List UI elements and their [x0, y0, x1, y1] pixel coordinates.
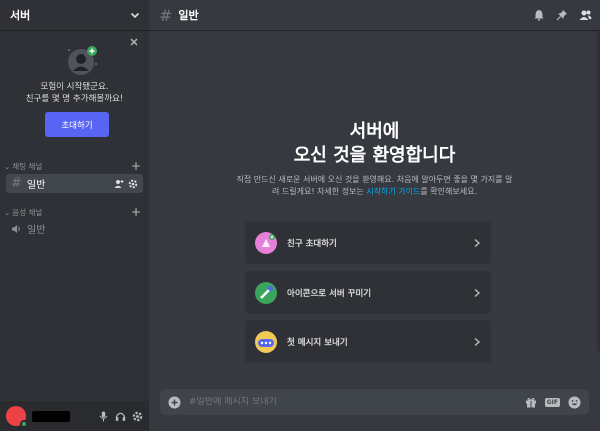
chevron-right-icon [474, 337, 481, 346]
welcome-description: 직접 만드신 새로운 서버에 오신 것을 환영해요. 처음에 알아두면 좋을 몇… [235, 174, 515, 198]
customize-server-icon [255, 281, 277, 304]
add-channel-icon[interactable]: + [131, 160, 141, 172]
add-friend-illustration-icon [68, 46, 97, 75]
category-label: 음성 채널 [12, 207, 43, 217]
hash-icon: # [11, 176, 22, 191]
headphones-icon[interactable] [115, 411, 126, 422]
avatar[interactable] [6, 406, 28, 428]
emoji-icon[interactable] [568, 396, 581, 409]
getting-started-guide-link[interactable]: 시작하기 가이드 [366, 187, 420, 196]
microphone-icon[interactable] [98, 411, 109, 422]
invite-card: 모험이 시작됐군요. 친구를 몇 명 추가해볼까요! 초대하기 [4, 31, 145, 143]
voice-channel-item-general[interactable]: 일반 [6, 219, 143, 238]
hash-icon: # [159, 5, 173, 25]
voice-channel-category[interactable]: ⌄ 음성 채널 + [4, 206, 141, 218]
action-customize-server[interactable]: 아이콘으로 서버 꾸미기 [245, 271, 491, 314]
gear-icon[interactable] [128, 179, 138, 189]
add-channel-icon[interactable]: + [131, 206, 141, 218]
invite-button[interactable]: 초대하기 [45, 112, 109, 137]
chat-main: # 일반 서버에 오신 것을 환영합니다 직접 만드신 새로운 서버에 오신 것… [149, 0, 600, 431]
welcome-desc-text-end: 를 확인해보세요. [420, 187, 477, 196]
invite-card-text: 모험이 시작됐군요. 친구를 몇 명 추가해볼까요! [25, 82, 124, 104]
chevron-down-icon: ⌄ [4, 207, 11, 217]
action-label: 친구 초대하기 [287, 238, 337, 249]
category-label: 채팅 채널 [12, 161, 43, 171]
chevron-down-icon: ⌄ [4, 161, 11, 171]
welcome-section: 서버에 오신 것을 환영합니다 직접 만드신 새로운 서버에 오신 것을 환영해… [149, 120, 600, 198]
send-message-icon [255, 330, 277, 353]
chevron-down-icon [130, 12, 140, 19]
channel-item-general[interactable]: # 일반 [6, 174, 143, 193]
server-header[interactable]: 서버 [0, 0, 149, 31]
channel-label: 일반 [27, 225, 46, 236]
message-composer: GIF [160, 389, 589, 415]
action-label: 아이콘으로 서버 꾸미기 [287, 288, 372, 299]
settings-gear-icon[interactable] [132, 411, 143, 422]
server-name: 서버 [10, 9, 31, 22]
member-list-icon[interactable] [579, 9, 592, 21]
gif-icon[interactable]: GIF [544, 397, 560, 407]
channel-header: # 일반 [149, 0, 600, 31]
discord-app: 서버 모험이 시작됐군요. 친구를 몇 명 추가해볼까요! 초대하기 ⌄ 채팅 채… [0, 0, 600, 431]
notification-bell-icon[interactable] [533, 9, 545, 21]
text-channel-category[interactable]: ⌄ 채팅 채널 + [4, 160, 141, 172]
chevron-right-icon [474, 238, 481, 247]
message-input[interactable] [189, 397, 517, 407]
chevron-right-icon [474, 288, 481, 297]
pin-icon[interactable] [556, 9, 568, 21]
channel-title: 일반 [178, 9, 199, 22]
action-label: 첫 메시지 보내기 [287, 337, 348, 348]
invite-friend-icon [255, 231, 277, 254]
add-member-icon[interactable] [114, 179, 124, 189]
speaker-icon [12, 224, 20, 233]
redacted-username [32, 410, 70, 422]
action-invite-friends[interactable]: 친구 초대하기 [245, 221, 491, 264]
channel-label: 일반 [26, 180, 46, 191]
welcome-title: 서버에 오신 것을 환영합니다 [293, 121, 456, 166]
channel-sidebar: 서버 모험이 시작됐군요. 친구를 몇 명 추가해볼까요! 초대하기 ⌄ 채팅 채… [0, 0, 149, 431]
user-panel [0, 401, 149, 431]
action-send-first-message[interactable]: 첫 메시지 보내기 [245, 320, 491, 363]
close-icon[interactable] [129, 37, 139, 47]
add-attachment-icon[interactable] [168, 396, 181, 409]
gift-icon[interactable] [525, 396, 537, 408]
online-status-icon [20, 420, 28, 428]
